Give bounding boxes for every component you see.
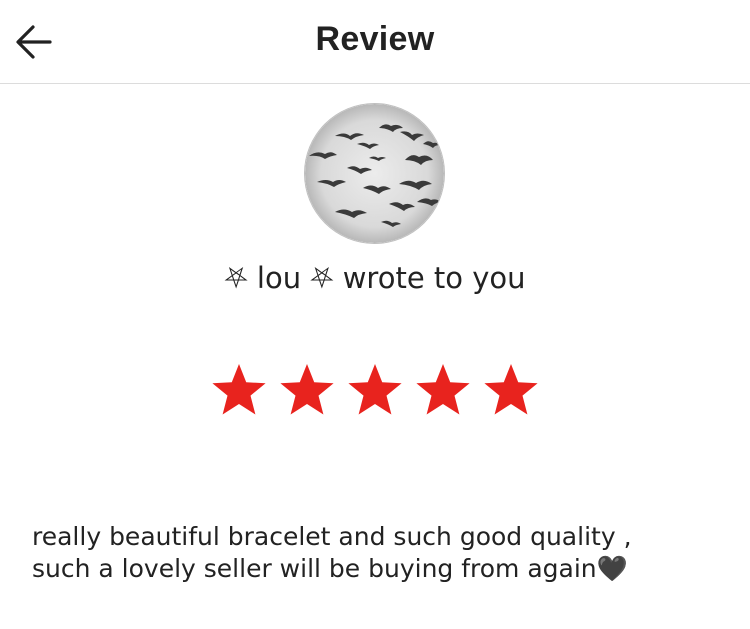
star-icon [416, 364, 470, 415]
avatar[interactable] [305, 104, 444, 243]
star-icon [280, 364, 334, 415]
reviewer-wrote-line: ⛧ lou ⛧ wrote to you [224, 261, 526, 295]
star-icon [484, 364, 538, 415]
star-icon [348, 364, 402, 415]
review-screen: Review ⛧ lou ⛧ wrote to you really beaut… [0, 0, 750, 629]
review-text: really beautiful bracelet and such good … [32, 521, 732, 585]
star-rating [210, 362, 540, 422]
bat-avatar-image [305, 104, 444, 243]
header-bar: Review [0, 0, 750, 84]
review-text-line-2: such a lovely seller will be buying from… [32, 554, 628, 583]
review-text-line-1: really beautiful bracelet and such good … [32, 522, 632, 551]
star-icon [212, 364, 266, 415]
page-title: Review [315, 20, 435, 58]
